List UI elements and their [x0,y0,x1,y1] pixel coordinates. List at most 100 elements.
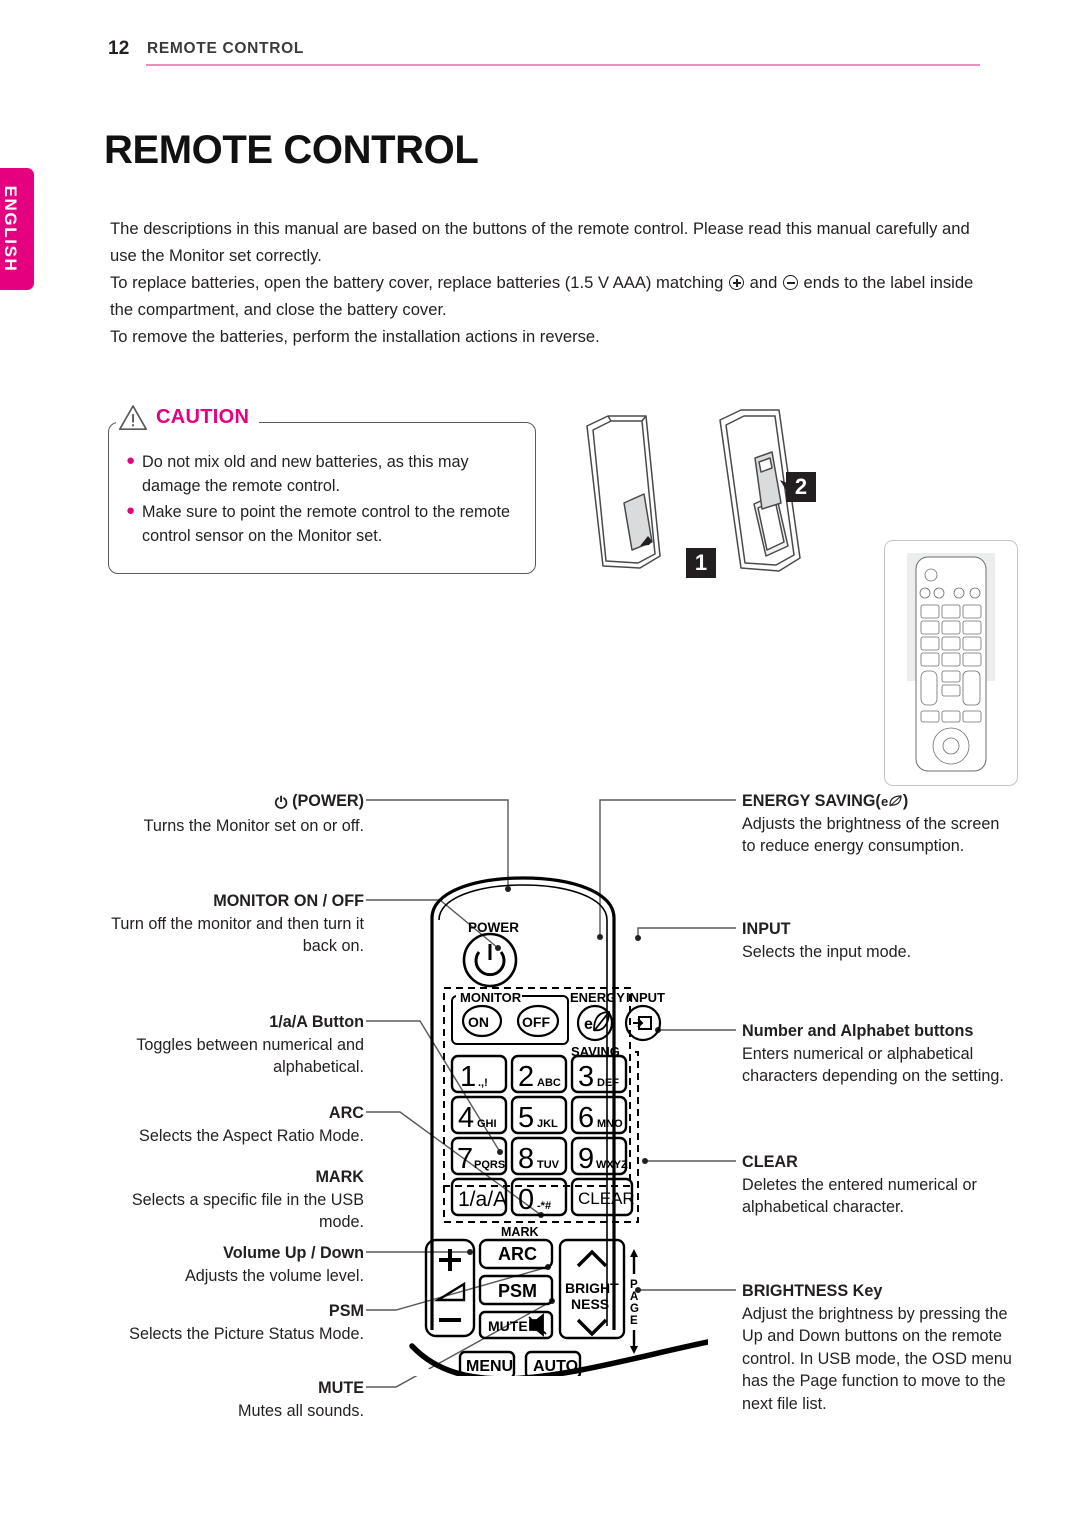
caution-item-text: Do not mix old and new batteries, as thi… [142,453,469,495]
bullet-icon: ● [126,452,136,469]
remote-monitor-on-label: ON [468,1014,489,1030]
svg-text:0: 0 [518,1184,534,1216]
remote-power-label: POWER [468,920,519,935]
callout-power-body: Turns the Monitor set on or off. [143,816,364,835]
callout-mark-title: MARK [315,1168,364,1186]
remote-monitor-label: MONITOR [460,990,522,1005]
page-title: REMOTE CONTROL [104,128,479,172]
remote-monitor-off-label: OFF [522,1014,550,1030]
callout-clear: CLEAR Deletes the entered numerical or a… [742,1151,1012,1219]
plus-polarity-icon [729,275,744,290]
remote-page-indicator: P A G E [630,1249,639,1354]
callout-monitor-on-off-title: MONITOR ON / OFF [213,892,364,910]
intro-paragraph-3: To remove the batteries, perform the ins… [110,327,600,346]
callout-mark-body: Selects a specific file in the USB mode. [131,1190,364,1232]
caution-heading: CAUTION [116,404,260,431]
callout-power: ⏻ (POWER) Turns the Monitor set on or of… [108,790,364,837]
callout-1aa-button-title: 1/a/A Button [269,1013,364,1031]
intro-p2-b: and [745,273,782,292]
remote-input-icon [633,1016,652,1030]
svg-text:P: P [630,1279,638,1291]
callout-psm: PSM Selects the Picture Status Mode. [108,1300,364,1345]
remote-control-diagram: POWER MONITOR ON OFF ENERGY e SAVING INP… [398,856,711,1387]
svg-text:9: 9 [578,1143,594,1175]
svg-text:3: 3 [578,1061,594,1093]
svg-text:8: 8 [518,1143,534,1175]
svg-text:GHI: GHI [477,1118,497,1130]
remote-energy-label: ENERGY [570,990,625,1005]
svg-text:A: A [630,1291,638,1303]
callout-mute-title: MUTE [318,1379,364,1397]
step-badge-2: 2 [786,472,816,502]
svg-text:7: 7 [457,1143,473,1175]
caution-item-text: Make sure to point the remote control to… [142,503,511,545]
callout-arc: ARC Selects the Aspect Ratio Mode. [108,1102,364,1147]
callout-psm-title: PSM [328,1302,364,1320]
remote-psm-label: PSM [498,1281,537,1301]
svg-text:TUV: TUV [537,1159,560,1171]
callout-monitor-on-off: MONITOR ON / OFF Turn off the monitor an… [108,890,364,958]
remote-menu-label: MENU [466,1358,513,1375]
remote-mute-label: MUTE [488,1318,528,1334]
callout-clear-body: Deletes the entered numerical or alphabe… [742,1175,977,1217]
remote-volume-icon [433,1281,466,1302]
callout-1aa-button: 1/a/A Button Toggles between numerical a… [108,1011,364,1079]
caution-item: ● Make sure to point the remote control t… [124,500,528,548]
callout-input-body: Selects the input mode. [742,942,912,961]
callout-input: INPUT Selects the input mode. [742,918,1012,963]
language-tab-label: ENGLISH [1,185,20,273]
callout-brightness-title: BRIGHTNESS Key [742,1282,883,1300]
svg-text:e: e [881,794,888,808]
remote-brightness-up-icon [576,1249,608,1268]
remote-arc-label: ARC [498,1244,537,1264]
battery-replacement-illustration: 1 2 [548,408,848,598]
callout-clear-title: CLEAR [742,1153,798,1171]
callout-volume-body: Adjusts the volume level. [184,1266,364,1285]
callout-number-alphabet-title: Number and Alphabet buttons [742,1022,974,1040]
remote-brightness-down-icon [576,1318,608,1337]
svg-text:JKL: JKL [537,1118,558,1130]
callout-volume-title: Volume Up / Down [223,1244,364,1262]
callout-brightness: BRIGHTNESS Key Adjust the brightness by … [742,1280,1012,1415]
caution-label: CAUTION [156,406,250,428]
intro-p2-a: To replace batteries, open the battery c… [110,273,728,292]
remote-energy-saving-icon: e [584,1011,610,1033]
remote-brightness-label-1: BRIGHT [565,1280,619,1296]
remote-control-svg: POWER MONITOR ON OFF ENERGY e SAVING INP… [408,876,711,1387]
page-number: 12 [108,38,130,59]
callout-mark: MARK Selects a specific file in the USB … [108,1166,364,1234]
callout-mute-body: Mutes all sounds. [238,1401,364,1420]
minus-polarity-icon [782,275,798,290]
svg-text:E: E [630,1315,638,1327]
svg-text:MNO: MNO [597,1118,623,1130]
step-badge-1: 1 [686,548,716,578]
caution-item: ● Do not mix old and new batteries, as th… [124,450,528,498]
svg-text:4: 4 [458,1102,474,1134]
remote-volume-plus-icon [439,1249,461,1271]
callout-energy-saving-title: ENERGY SAVING(e) [742,792,909,810]
remote-brightness-label-2: NESS [571,1296,609,1312]
callout-brightness-body: Adjust the brightness by pressing the Up… [742,1304,1012,1413]
warning-triangle-icon [118,405,148,431]
callout-monitor-on-off-body: Turn off the monitor and then turn it ba… [111,914,364,956]
svg-text:PQRS: PQRS [474,1159,505,1171]
svg-text:6: 6 [578,1102,594,1134]
svg-text:-*#: -*# [537,1200,551,1212]
energy-saving-icon: e [881,794,902,809]
intro-text: The descriptions in this manual are base… [110,215,990,350]
callout-energy-saving: ENERGY SAVING(e) Adjusts the brightness … [742,790,1012,858]
remote-thumbnail-panel [884,540,1018,786]
intro-paragraph-2: To replace batteries, open the battery c… [110,269,990,323]
remote-input-label: INPUT [626,990,665,1005]
intro-paragraph-1: The descriptions in this manual are base… [110,219,970,265]
svg-text:.,!: .,! [478,1077,488,1089]
language-tab-english: ENGLISH [0,168,34,290]
callout-arc-title: ARC [328,1104,364,1122]
callout-number-alphabet-body: Enters numerical or alphabetical charact… [742,1044,1004,1086]
callout-volume: Volume Up / Down Adjusts the volume leve… [108,1242,364,1287]
callout-psm-body: Selects the Picture Status Mode. [129,1324,364,1343]
header-rule [146,64,980,66]
svg-text:WXYZ: WXYZ [596,1159,628,1171]
remote-mark-label: MARK [501,1225,539,1239]
power-glyph-icon [474,944,506,977]
